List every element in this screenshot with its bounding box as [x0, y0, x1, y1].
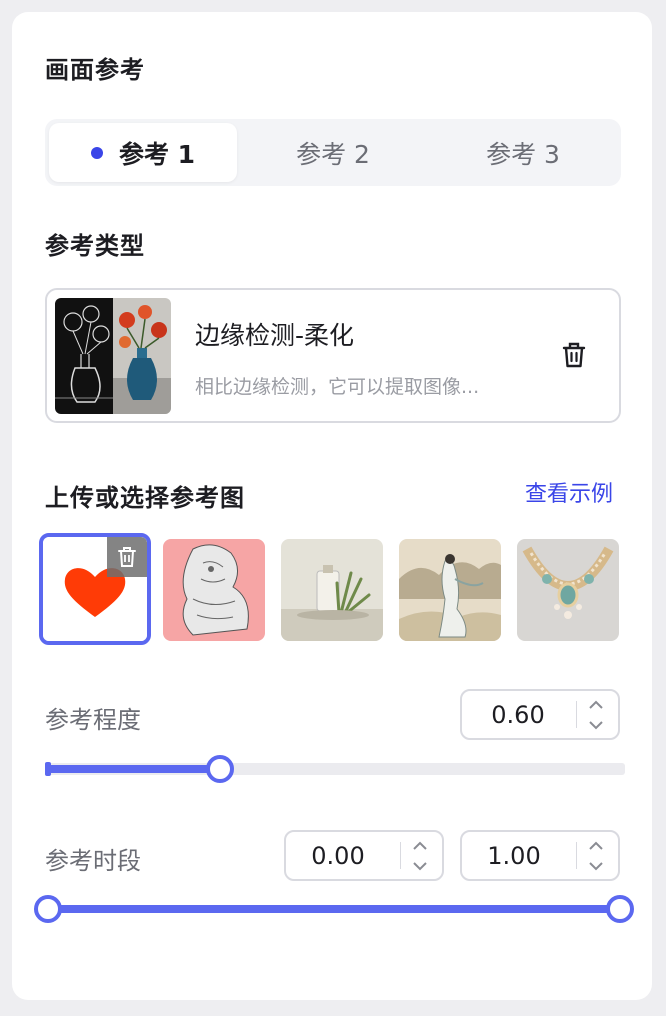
strength-input[interactable]: 0.60 — [460, 689, 620, 740]
period-end-stepper[interactable] — [584, 835, 608, 877]
chevron-up-down-icon — [589, 700, 603, 730]
period-start-value: 0.00 — [311, 841, 365, 870]
tab-label: 参考 3 — [486, 139, 560, 169]
tab-reference-3[interactable]: 参考 3 — [429, 123, 617, 182]
type-thumbnail — [55, 298, 171, 414]
upload-section-title: 上传或选择参考图 — [45, 484, 245, 512]
divider — [576, 701, 577, 728]
reference-type-card[interactable]: 边缘检测-柔化 相比边缘检测，它可以提取图像... — [45, 288, 621, 423]
reference-image-heart[interactable] — [39, 533, 151, 645]
strength-slider-knob[interactable] — [206, 755, 234, 783]
sketch-image — [163, 539, 265, 641]
reference-image-ink-painting[interactable] — [399, 539, 501, 641]
period-end-input[interactable]: 1.00 — [460, 830, 620, 881]
reference-image-sketch[interactable] — [163, 539, 265, 641]
chevron-up-down-icon — [413, 841, 427, 871]
strength-value: 0.60 — [491, 700, 545, 729]
period-slider-start-knob[interactable] — [34, 895, 62, 923]
type-name: 边缘检测-柔化 — [195, 321, 355, 350]
tab-label: 参考 2 — [296, 139, 370, 169]
strength-label: 参考程度 — [45, 706, 141, 734]
delete-type-button[interactable] — [557, 338, 591, 372]
reference-panel: 画面参考 参考 1 参考 2 参考 3 参考类型 边缘检测-柔化 相比边缘检测，… — [12, 12, 652, 1000]
reference-tabs: 参考 1 参考 2 参考 3 — [45, 119, 621, 186]
period-slider-end-knob[interactable] — [606, 895, 634, 923]
chevron-up-down-icon — [589, 841, 603, 871]
period-end-value: 1.00 — [487, 841, 541, 870]
trash-icon — [118, 547, 136, 567]
trash-icon — [562, 342, 586, 368]
ink-painting-image — [399, 539, 501, 641]
strength-slider-fill — [45, 765, 223, 773]
period-start-stepper[interactable] — [408, 835, 432, 877]
remove-image-button[interactable] — [107, 537, 147, 577]
reference-image-necklace[interactable] — [517, 539, 619, 641]
perfume-image — [281, 539, 383, 641]
tab-reference-2[interactable]: 参考 2 — [239, 123, 427, 182]
period-slider-range[interactable] — [48, 905, 620, 913]
type-section-title: 参考类型 — [45, 232, 145, 260]
tab-reference-1[interactable]: 参考 1 — [49, 123, 237, 182]
period-label: 参考时段 — [45, 847, 141, 875]
strength-stepper[interactable] — [584, 694, 608, 736]
necklace-image — [517, 539, 619, 641]
period-start-input[interactable]: 0.00 — [284, 830, 444, 881]
tab-label: 参考 1 — [118, 139, 196, 169]
reference-image-perfume[interactable] — [281, 539, 383, 641]
divider — [576, 842, 577, 869]
divider — [400, 842, 401, 869]
panel-title: 画面参考 — [45, 56, 145, 84]
strength-slider-start-cap — [45, 762, 51, 776]
view-example-link[interactable]: 查看示例 — [525, 476, 613, 508]
type-description: 相比边缘检测，它可以提取图像... — [195, 376, 480, 398]
active-dot-icon — [90, 146, 103, 159]
